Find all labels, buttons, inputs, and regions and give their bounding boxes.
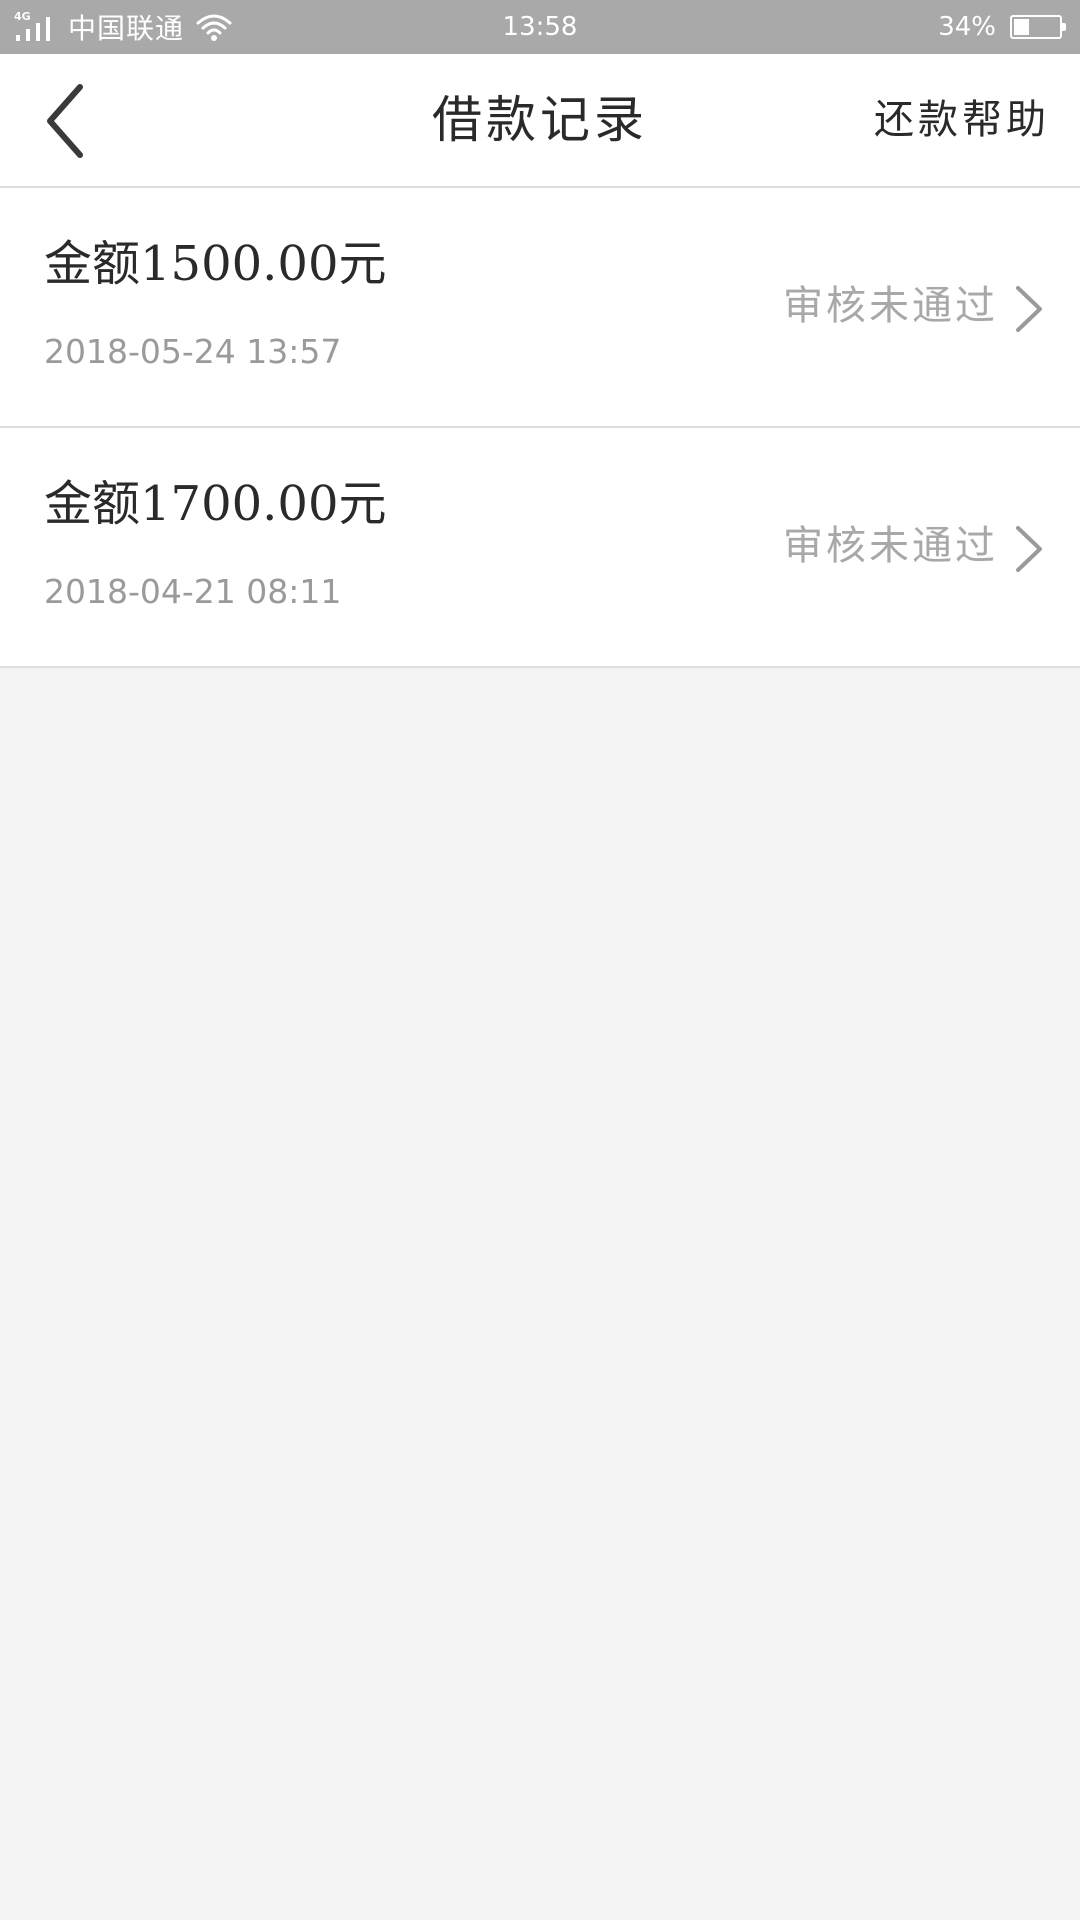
record-status: 审核未通过 <box>783 283 998 329</box>
record-amount: 金额1500.00元 <box>44 236 387 292</box>
back-button[interactable] <box>22 76 112 166</box>
status-time: 13:58 <box>502 12 578 42</box>
record-datetime: 2018-04-21 08:11 <box>44 572 342 611</box>
battery-icon <box>1010 15 1066 39</box>
list-item[interactable]: 金额1500.00元 2018-05-24 13:57 审核未通过 <box>0 188 1080 428</box>
chevron-right-icon <box>1016 286 1042 332</box>
loan-record-list: 金额1500.00元 2018-05-24 13:57 审核未通过 金额1700… <box>0 188 1080 668</box>
status-bar-right: 34% <box>938 0 1066 54</box>
status-bar: 4G 中国联通 13:58 34% <box>0 0 1080 54</box>
record-status: 审核未通过 <box>783 523 998 569</box>
list-item[interactable]: 金额1700.00元 2018-04-21 08:11 审核未通过 <box>0 428 1080 668</box>
chevron-right-icon <box>1016 526 1042 572</box>
repayment-help-link[interactable]: 还款帮助 <box>874 54 1050 186</box>
chevron-left-icon <box>47 84 83 158</box>
battery-percent: 34% <box>938 12 996 42</box>
nav-header: 借款记录 还款帮助 <box>0 54 1080 188</box>
battery-level-fill <box>1014 19 1029 35</box>
record-amount: 金额1700.00元 <box>44 476 387 532</box>
record-datetime: 2018-05-24 13:57 <box>44 332 342 371</box>
